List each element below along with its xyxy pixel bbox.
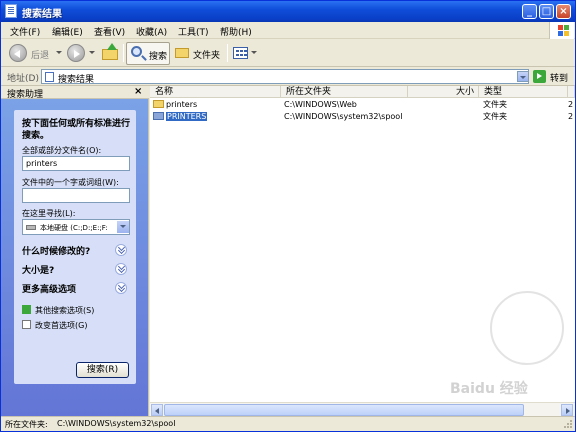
status-label: 所在文件夹:	[5, 420, 48, 429]
search-companion-pane: 搜索助理 × 按下面任何或所有标准进行搜索。 全部或部分文件名(O): prin…	[1, 86, 149, 416]
scroll-right-icon[interactable]	[561, 404, 573, 416]
menu-favorites[interactable]: 收藏(A)	[136, 25, 167, 38]
section-size[interactable]: 大小是?	[22, 263, 54, 276]
watermark-circle	[490, 291, 564, 365]
search-button[interactable]: 搜索	[126, 42, 170, 65]
file-extra: 2	[568, 112, 574, 121]
list-header: 名称 所在文件夹 大小 类型	[150, 86, 575, 98]
file-type: 文件夹	[483, 100, 507, 109]
go-arrow-icon	[533, 70, 546, 83]
forward-arrow-icon[interactable]	[67, 44, 85, 62]
go-button-label: 转到	[550, 74, 569, 84]
folders-button-label: 文件夹	[193, 51, 221, 61]
up-folder-icon[interactable]	[102, 43, 120, 62]
folders-button[interactable]: 文件夹	[173, 42, 223, 65]
views-dropdown-icon	[251, 51, 257, 54]
title-bar[interactable]: 搜索结果 _ □ ×	[1, 1, 575, 22]
green-arrow-icon	[22, 305, 31, 314]
column-extra[interactable]	[568, 86, 575, 98]
expand-chevron-icon[interactable]	[115, 282, 127, 294]
horizontal-scrollbar[interactable]	[150, 402, 575, 416]
menu-tools[interactable]: 工具(T)	[178, 25, 209, 38]
file-folder: C:\WINDOWS\Web	[284, 100, 357, 109]
other-search-options-link[interactable]: 其他搜索选项(S)	[22, 305, 94, 316]
menu-help[interactable]: 帮助(H)	[220, 25, 252, 38]
window-title: 搜索结果	[22, 9, 62, 20]
toolbar: 后退 搜索 文件夹	[1, 39, 575, 67]
status-path: C:\WINDOWS\system32\spool	[57, 419, 176, 428]
results-list: 名称 所在文件夹 大小 类型 printers C:\WINDOWS\Web 文…	[150, 86, 575, 416]
search-criteria-panel: 按下面任何或所有标准进行搜索。 全部或部分文件名(O): printers 文件…	[14, 110, 136, 384]
search-submit-button[interactable]: 搜索(R)	[76, 362, 129, 378]
back-arrow-icon[interactable]	[9, 44, 27, 62]
folder-icon	[153, 100, 164, 108]
search-button-label: 搜索	[149, 52, 168, 62]
file-type: 文件夹	[483, 112, 507, 121]
menu-view[interactable]: 查看(V)	[94, 25, 125, 38]
address-dropdown-icon[interactable]	[517, 71, 529, 82]
look-in-label: 在这里寻找(L):	[22, 209, 76, 218]
section-modified-date[interactable]: 什么时候修改的?	[22, 244, 90, 257]
address-bar: 地址(D) 搜索结果 转到	[1, 67, 575, 86]
status-bar: 所在文件夹: C:\WINDOWS\system32\spool	[1, 416, 575, 431]
close-button[interactable]: ×	[556, 4, 571, 19]
filename-input[interactable]: printers	[22, 156, 130, 171]
file-name: PRINTERS	[166, 112, 208, 121]
column-type[interactable]: 类型	[479, 86, 568, 98]
menu-file[interactable]: 文件(F)	[10, 25, 40, 38]
list-item[interactable]: printers C:\WINDOWS\Web 文件夹 2	[150, 99, 575, 111]
search-results-icon	[45, 72, 54, 82]
maximize-button[interactable]: □	[539, 4, 554, 19]
back-button-label[interactable]: 后退	[31, 48, 49, 61]
address-label: 地址(D)	[7, 74, 39, 84]
change-preferences-link[interactable]: 改变首选项(G)	[22, 320, 87, 331]
scroll-thumb[interactable]	[164, 404, 524, 416]
phrase-input[interactable]	[22, 188, 130, 203]
pane-body: 按下面任何或所有标准进行搜索。 全部或部分文件名(O): printers 文件…	[1, 99, 148, 416]
address-input[interactable]: 搜索结果	[41, 69, 529, 85]
expand-chevron-icon[interactable]	[115, 263, 127, 275]
look-in-select[interactable]: 本地硬盘 (C:;D:;E:;F:	[22, 219, 130, 235]
hard-disk-icon	[26, 225, 36, 230]
explorer-window: 搜索结果 _ □ × 文件(F) 编辑(E) 查看(V) 收藏(A) 工具(T)…	[0, 0, 576, 432]
search-results-window-icon	[5, 4, 17, 18]
address-value: 搜索结果	[58, 75, 95, 85]
pane-header: 搜索助理 ×	[1, 86, 149, 100]
scroll-left-icon[interactable]	[151, 404, 163, 416]
phrase-label: 文件中的一个字或词组(W):	[22, 178, 119, 187]
menu-edit[interactable]: 编辑(E)	[52, 25, 83, 38]
file-folder: C:\WINDOWS\system32\spool	[284, 112, 403, 121]
folder-icon	[153, 112, 164, 120]
list-item[interactable]: PRINTERS C:\WINDOWS\system32\spool 文件夹 2	[150, 111, 575, 123]
toolbar-separator	[123, 44, 124, 62]
preferences-icon	[22, 320, 31, 329]
forward-dropdown-icon[interactable]	[89, 51, 95, 54]
toolbar-separator	[227, 44, 228, 62]
file-extra: 2	[568, 100, 574, 109]
back-dropdown-icon[interactable]	[56, 51, 62, 54]
go-button[interactable]: 转到	[533, 70, 573, 84]
magnifier-icon	[131, 46, 142, 57]
watermark-text: Baidu 经验	[450, 381, 528, 397]
views-button[interactable]	[231, 42, 257, 65]
minimize-button[interactable]: _	[522, 4, 537, 19]
section-advanced-options[interactable]: 更多高级选项	[22, 282, 76, 295]
resize-grip-icon[interactable]	[561, 419, 573, 430]
folder-icon	[175, 48, 189, 58]
views-grid-icon	[233, 47, 248, 59]
filename-label: 全部或部分文件名(O):	[22, 146, 102, 155]
column-folder[interactable]: 所在文件夹	[281, 86, 408, 98]
windows-logo-icon	[549, 22, 574, 39]
column-size[interactable]: 大小	[408, 86, 479, 98]
look-in-value: 本地硬盘 (C:;D:;E:;F:	[40, 224, 108, 232]
expand-chevron-icon[interactable]	[115, 244, 127, 256]
column-name[interactable]: 名称	[150, 86, 281, 98]
pane-close-icon[interactable]: ×	[134, 86, 142, 97]
search-intro-text: 按下面任何或所有标准进行搜索。	[22, 119, 131, 141]
menu-bar: 文件(F) 编辑(E) 查看(V) 收藏(A) 工具(T) 帮助(H)	[1, 22, 575, 39]
look-in-dropdown-icon[interactable]	[117, 221, 129, 233]
file-name: printers	[166, 100, 198, 109]
